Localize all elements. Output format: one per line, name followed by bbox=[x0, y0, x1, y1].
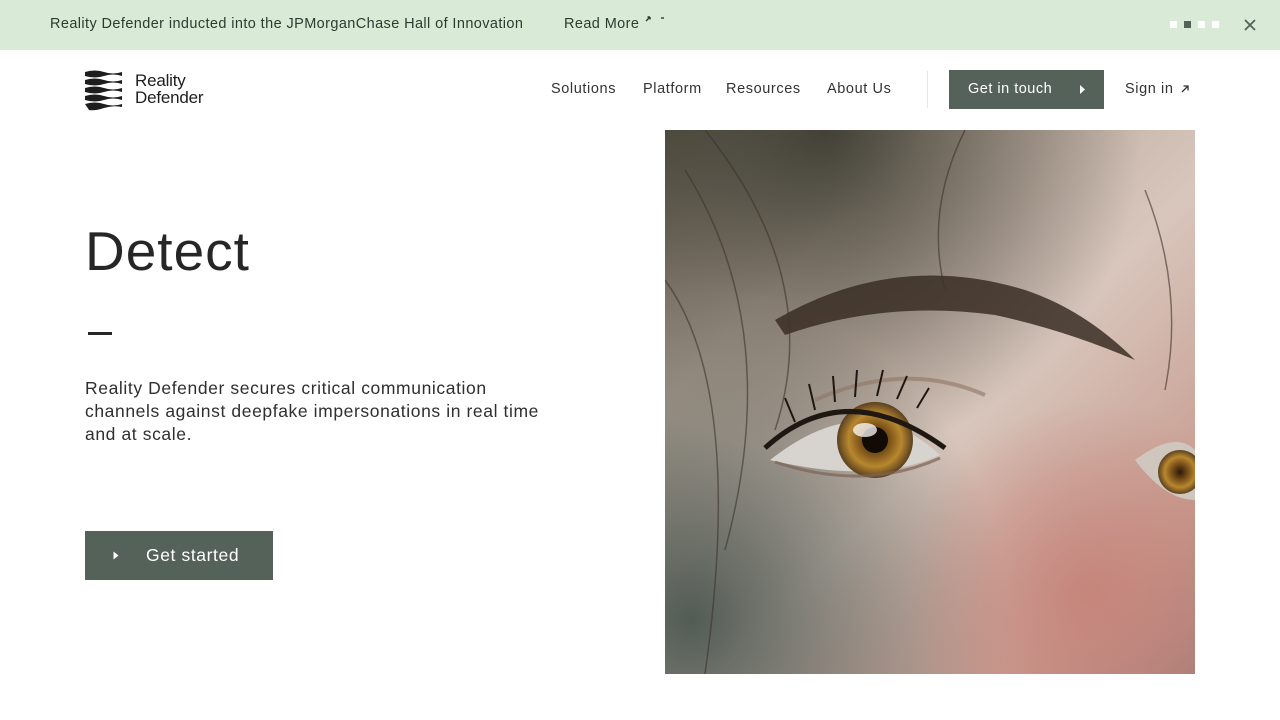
get-in-touch-button[interactable]: Get in touch bbox=[949, 70, 1104, 109]
caret-right-icon bbox=[113, 551, 119, 560]
hero-description: Reality Defender secures critical commun… bbox=[85, 378, 539, 444]
caret-right-icon bbox=[1080, 85, 1085, 94]
nav-resources[interactable]: Resources bbox=[726, 81, 801, 101]
arrow-up-right-icon[interactable] bbox=[1180, 84, 1190, 94]
announcement-text: Reality Defender inducted into the JPMor… bbox=[50, 16, 524, 32]
logo-line-1: Reality bbox=[135, 71, 186, 90]
logo-wordmark: Reality Defender bbox=[135, 71, 204, 107]
logo-line-2: Defender bbox=[135, 88, 204, 107]
logo[interactable]: Reality Defender bbox=[85, 69, 210, 111]
nav-about-us[interactable]: About Us bbox=[827, 81, 891, 101]
close-icon[interactable] bbox=[1243, 18, 1257, 32]
hero-dash-divider bbox=[88, 332, 112, 335]
slide-dot-active[interactable] bbox=[1184, 21, 1191, 28]
slide-dot[interactable] bbox=[1170, 21, 1177, 28]
read-more-link[interactable]: Read More bbox=[564, 16, 639, 32]
slide-dot[interactable] bbox=[1212, 21, 1219, 28]
arrow-sparkle-icon[interactable] bbox=[645, 14, 667, 26]
nav-solutions[interactable]: Solutions bbox=[551, 81, 616, 101]
nav-platform[interactable]: Platform bbox=[643, 81, 702, 101]
hero-eye-image bbox=[665, 130, 1195, 674]
hero-title: Detect bbox=[85, 220, 250, 282]
reality-defender-logo-mark bbox=[85, 70, 122, 111]
slide-indicator bbox=[1170, 21, 1219, 28]
nav-divider bbox=[927, 71, 928, 108]
sign-in-link[interactable]: Sign in bbox=[1125, 81, 1174, 97]
get-started-label: Get started bbox=[146, 545, 240, 565]
announcement-bar: Reality Defender inducted into the JPMor… bbox=[0, 0, 1280, 50]
slide-dot[interactable] bbox=[1198, 21, 1205, 28]
get-started-button[interactable]: Get started bbox=[85, 531, 273, 580]
get-in-touch-label: Get in touch bbox=[968, 81, 1053, 97]
